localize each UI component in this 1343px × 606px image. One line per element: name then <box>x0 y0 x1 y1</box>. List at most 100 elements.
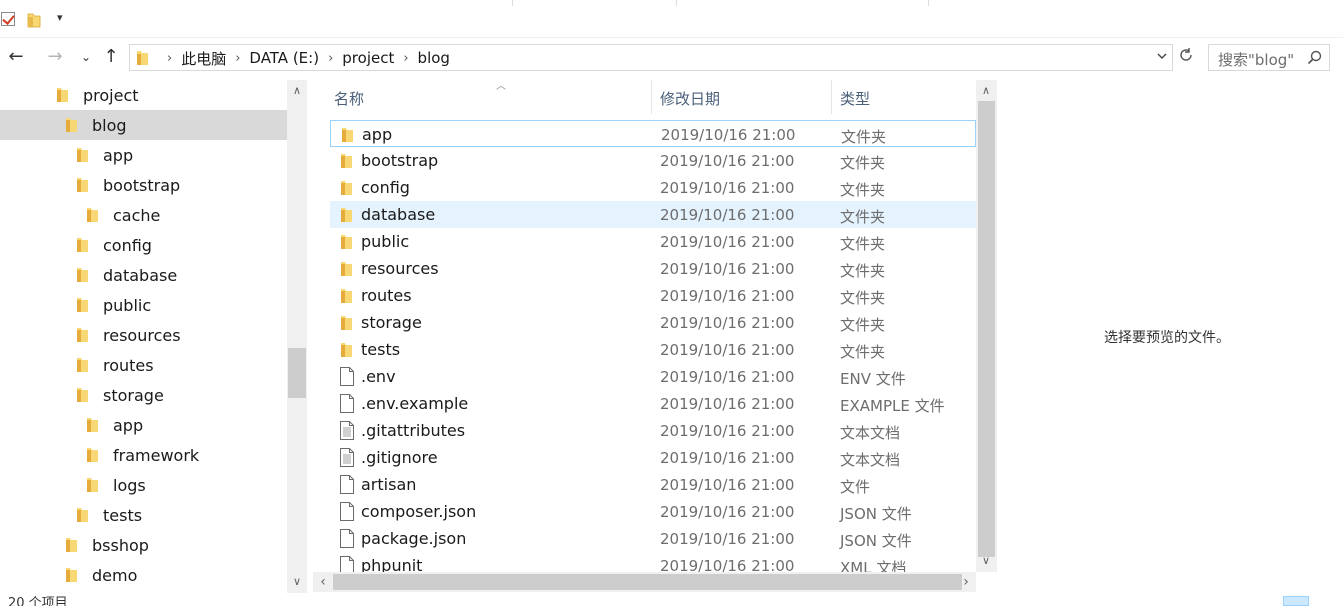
nav-tree-item[interactable]: bootstrap <box>0 170 287 200</box>
breadcrumb-chevron-icon[interactable]: › <box>167 51 172 66</box>
file-row[interactable]: tests 2019/10/16 21:00 文件夹 <box>330 336 976 363</box>
nav-tree-item[interactable]: database <box>0 260 287 290</box>
file-row[interactable]: storage 2019/10/16 21:00 文件夹 <box>330 309 976 336</box>
quick-access-toolbar: ▾ <box>0 0 1343 38</box>
nav-tree-item-label: project <box>83 85 139 105</box>
file-type: 文件夹 <box>840 208 886 226</box>
column-header-type[interactable]: 类型 <box>832 80 976 114</box>
nav-tree-item-label: demo <box>92 565 138 585</box>
scroll-left-arrow-icon[interactable]: ‹ <box>313 573 333 591</box>
file-row[interactable]: resources 2019/10/16 21:00 文件夹 <box>330 255 976 282</box>
nav-tree-item-label: routes <box>103 355 154 375</box>
address-dropdown-icon[interactable] <box>1156 49 1168 66</box>
recent-locations-chevron-icon[interactable]: ⌄ <box>74 46 98 70</box>
breadcrumb-item-blog[interactable]: blog <box>418 49 450 67</box>
scroll-up-arrow-icon[interactable]: ∧ <box>976 82 996 100</box>
column-header-date[interactable]: 修改日期 <box>652 80 832 114</box>
details-view-icon[interactable] <box>1283 596 1309 606</box>
nav-tree-item[interactable]: app <box>0 140 287 170</box>
breadcrumb-chevron-icon[interactable]: › <box>328 51 333 66</box>
folder-icon <box>64 537 78 553</box>
folder-icon <box>75 507 89 523</box>
search-box[interactable]: 搜索"blog" <box>1208 44 1330 71</box>
nav-tree-item[interactable]: blog <box>0 110 287 140</box>
file-row[interactable]: routes 2019/10/16 21:00 文件夹 <box>330 282 976 309</box>
file-row[interactable]: app 2019/10/16 21:00 文件夹 <box>330 120 976 147</box>
address-bar[interactable]: › 此电脑 › DATA (E:) › project › blog <box>129 44 1173 71</box>
properties-checkbox-icon[interactable] <box>1 12 15 26</box>
file-name: storage <box>361 313 422 332</box>
nav-tree-item[interactable]: project <box>0 80 287 110</box>
file-row[interactable]: package.json 2019/10/16 21:00 JSON 文件 <box>330 525 976 552</box>
file-icon <box>339 529 355 552</box>
file-row[interactable]: .env 2019/10/16 21:00 ENV 文件 <box>330 363 976 390</box>
file-row[interactable]: .env.example 2019/10/16 21:00 EXAMPLE 文件 <box>330 390 976 417</box>
file-row[interactable]: public 2019/10/16 21:00 文件夹 <box>330 228 976 255</box>
customize-toolbar-dropdown-icon[interactable]: ▾ <box>57 11 63 24</box>
back-arrow-icon[interactable]: ← <box>4 46 28 70</box>
folder-icon <box>136 50 149 70</box>
file-date: 2019/10/16 21:00 <box>660 152 795 170</box>
scroll-right-arrow-icon[interactable]: › <box>956 573 976 591</box>
file-row[interactable]: .gitignore 2019/10/16 21:00 文本文档 <box>330 444 976 471</box>
nav-tree-item[interactable]: config <box>0 230 287 260</box>
file-name: package.json <box>361 529 467 548</box>
breadcrumb-item-drive[interactable]: DATA (E:) <box>249 49 319 67</box>
scroll-up-arrow-icon[interactable]: ∧ <box>287 82 307 100</box>
file-type: XML 文档 <box>840 559 907 572</box>
search-input[interactable]: 搜索"blog" <box>1218 49 1294 70</box>
file-icon <box>339 475 355 498</box>
nav-tree-item-label: public <box>103 295 152 315</box>
large-icons-view-icon[interactable] <box>1312 596 1338 606</box>
file-row[interactable]: .gitattributes 2019/10/16 21:00 文本文档 <box>330 417 976 444</box>
file-row[interactable]: config 2019/10/16 21:00 文件夹 <box>330 174 976 201</box>
scrollbar-thumb[interactable] <box>288 348 306 398</box>
toolbar-separator <box>928 0 929 6</box>
breadcrumb-chevron-icon[interactable]: › <box>235 51 240 66</box>
navigation-pane-scrollbar[interactable]: ∧ ∨ <box>287 80 307 593</box>
breadcrumb-item-this-pc[interactable]: 此电脑 <box>181 48 226 69</box>
scrollbar-thumb[interactable] <box>978 101 995 557</box>
up-arrow-icon[interactable]: ↑ <box>99 46 123 70</box>
scroll-down-arrow-icon[interactable]: ∨ <box>287 573 307 591</box>
file-date: 2019/10/16 21:00 <box>660 287 795 305</box>
file-row[interactable]: bootstrap 2019/10/16 21:00 文件夹 <box>330 147 976 174</box>
nav-tree-item[interactable]: bsshop <box>0 530 287 560</box>
breadcrumb-chevron-icon[interactable]: › <box>403 51 408 66</box>
scroll-down-arrow-icon[interactable]: ∨ <box>976 552 996 570</box>
file-name: resources <box>361 259 439 278</box>
nav-tree-item-label: tests <box>103 505 143 525</box>
file-type: 文件 <box>840 478 871 496</box>
search-icon[interactable] <box>1307 50 1323 70</box>
nav-tree-item[interactable]: logs <box>0 470 287 500</box>
nav-tree-item[interactable]: app <box>0 410 287 440</box>
column-header-date-label: 修改日期 <box>660 90 721 108</box>
nav-tree-item[interactable]: resources <box>0 320 287 350</box>
nav-tree-item[interactable]: demo <box>0 560 287 590</box>
file-list-vertical-scrollbar[interactable]: ∧ ∨ <box>976 80 997 572</box>
nav-tree-item[interactable]: cache <box>0 200 287 230</box>
scrollbar-thumb[interactable] <box>333 574 962 590</box>
file-row[interactable]: phpunit 2019/10/16 21:00 XML 文档 <box>330 552 976 572</box>
nav-tree-item[interactable]: public <box>0 290 287 320</box>
nav-tree-item[interactable]: tests <box>0 500 287 530</box>
file-row[interactable]: artisan 2019/10/16 21:00 文件 <box>330 471 976 498</box>
folder-icon <box>75 327 89 343</box>
breadcrumb-item-project[interactable]: project <box>342 49 394 67</box>
refresh-icon[interactable] <box>1176 46 1196 68</box>
file-type: 文件夹 <box>840 154 886 172</box>
new-folder-icon[interactable] <box>27 12 41 32</box>
nav-tree-item-label: bsshop <box>92 535 149 555</box>
nav-tree-item-label: blog <box>92 115 127 135</box>
file-list-horizontal-scrollbar[interactable]: ‹ › <box>313 572 976 592</box>
nav-tree-item[interactable]: storage <box>0 380 287 410</box>
nav-tree-item[interactable]: routes <box>0 350 287 380</box>
folder-icon <box>75 147 89 163</box>
nav-tree-item[interactable]: framework <box>0 440 287 470</box>
file-type: 文件夹 <box>840 181 886 199</box>
column-header-name[interactable]: 名称 ︿ <box>326 80 652 114</box>
navigation-pane: project blog app bootstrap cache config databa… <box>0 80 307 595</box>
forward-arrow-icon[interactable]: → <box>43 46 67 70</box>
file-row[interactable]: composer.json 2019/10/16 21:00 JSON 文件 <box>330 498 976 525</box>
file-row[interactable]: database 2019/10/16 21:00 文件夹 <box>330 201 976 228</box>
